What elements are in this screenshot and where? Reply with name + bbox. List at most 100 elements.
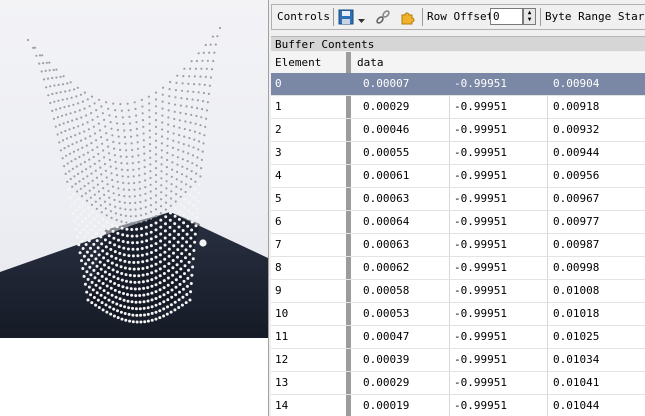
table-row[interactable]: 8 0.00062 -0.99951 0.00998 — [271, 257, 645, 280]
particle — [96, 146, 99, 149]
particle — [188, 244, 192, 248]
link-icon[interactable] — [375, 9, 391, 25]
row-offset-input[interactable] — [490, 8, 523, 25]
particle — [149, 197, 152, 200]
particle — [170, 288, 174, 292]
cell-x: 0.00019 — [363, 399, 410, 412]
particle — [45, 86, 48, 89]
puzzle-icon[interactable] — [400, 9, 416, 25]
particle — [192, 146, 195, 149]
particle — [162, 300, 166, 304]
table-row[interactable]: 9 0.00058 -0.99951 0.01008 — [271, 280, 645, 303]
particle — [96, 115, 99, 118]
particle — [101, 142, 104, 145]
particle — [115, 115, 118, 118]
particle — [119, 103, 122, 106]
cell-z: 0.00977 — [553, 215, 600, 228]
table-row[interactable]: 4 0.00061 -0.99951 0.00956 — [271, 165, 645, 188]
particle — [170, 183, 173, 186]
cell-y: -0.99951 — [454, 261, 507, 274]
particle — [172, 132, 175, 135]
spin-down-icon[interactable]: ▼ — [524, 16, 535, 23]
particle — [176, 248, 180, 252]
particle — [166, 158, 169, 162]
table-row[interactable]: 14 0.00019 -0.99951 0.01044 — [271, 395, 645, 416]
table-row[interactable]: 2 0.00046 -0.99951 0.00932 — [271, 119, 645, 142]
particle — [200, 158, 203, 161]
particle — [49, 101, 52, 105]
table-row[interactable]: 6 0.00064 -0.99951 0.00977 — [271, 211, 645, 234]
particle — [191, 154, 195, 157]
cell-x: 0.00061 — [363, 169, 410, 182]
particle — [177, 148, 180, 151]
chevron-down-icon[interactable] — [357, 11, 366, 23]
particle — [134, 215, 137, 218]
3d-viewport[interactable] — [0, 0, 268, 338]
table-row[interactable]: 3 0.00055 -0.99951 0.00944 — [271, 142, 645, 165]
particle — [162, 279, 166, 283]
particle — [113, 243, 117, 247]
particle — [199, 175, 202, 178]
particle — [78, 205, 82, 209]
particle — [150, 298, 154, 302]
cell-z: 0.01044 — [553, 399, 600, 412]
particle — [91, 235, 95, 239]
particle — [69, 81, 72, 84]
particle — [178, 290, 181, 294]
particle — [154, 283, 158, 287]
particle — [83, 160, 86, 164]
particle — [187, 152, 190, 155]
particle — [123, 201, 126, 204]
table-row[interactable]: 0 0.00007 -0.99951 0.00904 — [271, 73, 645, 96]
spin-up-icon[interactable]: ▲ — [524, 9, 535, 16]
particle — [134, 208, 137, 211]
particle — [206, 101, 209, 104]
column-header-element[interactable]: Element — [275, 52, 321, 73]
particle — [180, 244, 184, 248]
particle — [172, 139, 175, 142]
particle — [115, 174, 119, 177]
table-row[interactable]: 12 0.00039 -0.99951 0.01034 — [271, 349, 645, 372]
particle — [191, 98, 194, 101]
table-row[interactable]: 5 0.00063 -0.99951 0.00967 — [271, 188, 645, 211]
particle — [135, 221, 138, 224]
particle — [179, 267, 183, 271]
particle — [182, 143, 185, 146]
particle — [105, 132, 108, 135]
particle — [150, 278, 154, 282]
particle — [108, 241, 112, 245]
particle — [168, 225, 172, 229]
cell-y: -0.99951 — [454, 100, 507, 113]
particle — [104, 169, 107, 172]
table-row[interactable]: 11 0.00047 -0.99951 0.01025 — [271, 326, 645, 349]
table-row[interactable]: 10 0.00053 -0.99951 0.01018 — [271, 303, 645, 326]
table-row[interactable]: 1 0.00029 -0.99951 0.00918 — [271, 96, 645, 119]
particle — [178, 119, 181, 122]
particle — [131, 247, 135, 251]
particle — [179, 195, 182, 198]
particle — [172, 229, 176, 233]
table-row[interactable]: 7 0.00063 -0.99951 0.00987 — [271, 234, 645, 257]
cell-element: 13 — [275, 376, 289, 389]
particle — [88, 158, 91, 161]
save-icon[interactable] — [338, 8, 354, 26]
particle — [148, 129, 151, 132]
particle — [164, 222, 167, 226]
particle — [181, 295, 185, 299]
particle — [142, 125, 145, 128]
particle — [82, 153, 85, 156]
particle — [126, 102, 129, 105]
row-offset-spinner[interactable]: ▲ ▼ — [523, 8, 536, 25]
particle — [121, 175, 124, 178]
particle — [154, 317, 158, 321]
particle — [71, 185, 74, 188]
particle — [130, 300, 134, 304]
column-header-data[interactable]: data — [357, 52, 384, 73]
table-row[interactable]: 13 0.00029 -0.99951 0.01041 — [271, 372, 645, 395]
particle — [100, 105, 103, 108]
particle — [197, 148, 200, 151]
particle — [154, 160, 158, 163]
particle — [85, 250, 89, 254]
particle — [149, 204, 152, 207]
particle — [147, 95, 150, 98]
